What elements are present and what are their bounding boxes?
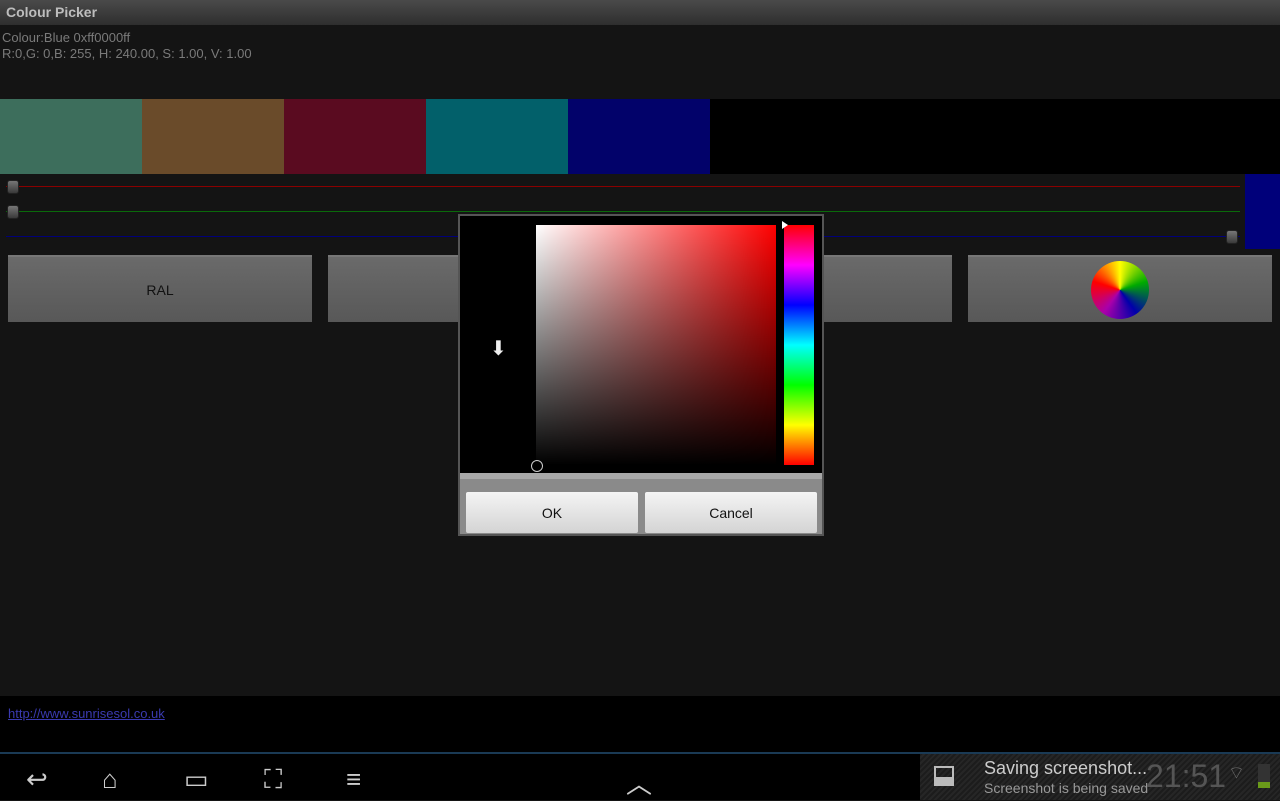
green-slider-thumb[interactable] (7, 205, 19, 219)
hue-bar[interactable] (784, 225, 814, 465)
green-slider[interactable] (6, 211, 1240, 212)
website-link[interactable]: http://www.sunrisesol.co.uk (8, 706, 165, 721)
red-slider-thumb[interactable] (7, 180, 19, 194)
screenshot-icon[interactable]: ⛶ (264, 764, 282, 796)
colour-name: Colour:Blue 0xff0000ff (2, 30, 131, 45)
swatch[interactable] (426, 99, 568, 174)
chevron-up-icon[interactable]: ︿ (626, 764, 652, 801)
saturation-value-square[interactable] (536, 225, 776, 465)
notification-title: Saving screenshot... (984, 758, 1148, 778)
colour-preview (1245, 174, 1280, 249)
dialog-footer: OK Cancel (460, 473, 822, 534)
hue-cursor[interactable] (782, 221, 788, 229)
ral-button[interactable]: RAL (8, 255, 312, 322)
home-icon[interactable]: ⌂ (102, 764, 118, 795)
menu-icon[interactable]: ≡ (346, 764, 361, 795)
image-icon (934, 766, 954, 786)
swatch[interactable] (284, 99, 426, 174)
cancel-button[interactable]: Cancel (645, 492, 817, 533)
swatch[interactable] (142, 99, 284, 174)
arrow-down-icon: ⬇ (490, 338, 507, 360)
ok-button[interactable]: OK (466, 492, 638, 533)
recent-swatches (0, 99, 1280, 174)
clock: 21:51 (1146, 758, 1227, 794)
battery-icon (1258, 764, 1270, 788)
app-title: Colour Picker (0, 0, 1280, 25)
sv-cursor[interactable] (531, 460, 543, 472)
back-icon[interactable]: ↩ (26, 764, 48, 795)
swatch[interactable] (0, 99, 142, 174)
notification-area[interactable]: Saving screenshot... Screenshot is being… (920, 754, 1280, 800)
colour-picker-dialog: ⬇ OK Cancel (458, 214, 824, 536)
notification-subtitle: Screenshot is being saved (984, 780, 1149, 796)
link-bar: http://www.sunrisesol.co.uk (0, 696, 1280, 752)
recent-apps-icon[interactable]: ▭ (184, 764, 209, 795)
swatch[interactable] (568, 99, 710, 174)
red-slider[interactable] (6, 186, 1240, 187)
colour-values: R:0,G: 0,B: 255, H: 240.00, S: 1.00, V: … (2, 46, 252, 61)
colour-info: Colour:Blue 0xff0000ff R:0,G: 0,B: 255, … (2, 30, 252, 62)
wifi-icon: ⌔ (1228, 763, 1245, 783)
colour-wheel-button[interactable] (968, 255, 1272, 322)
blue-slider-thumb[interactable] (1226, 230, 1238, 244)
colour-wheel-icon (1091, 260, 1149, 319)
